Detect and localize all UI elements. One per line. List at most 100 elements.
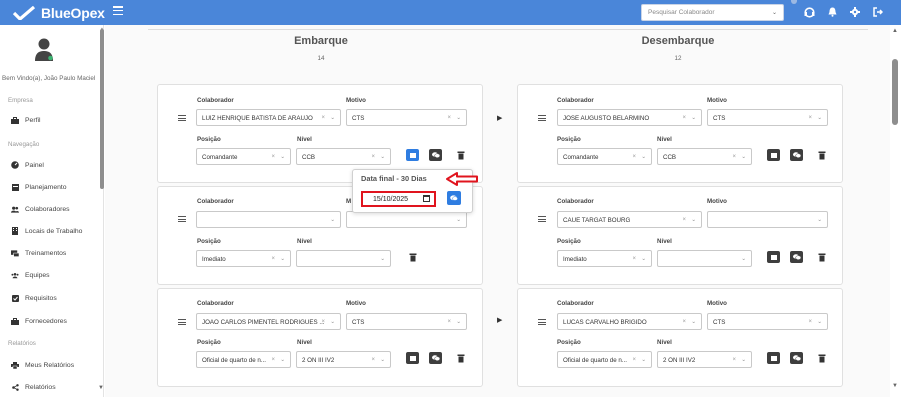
calendar-button[interactable] (406, 149, 419, 161)
sidebar-item-locais-de-trabalho[interactable]: Locais de Trabalho (11, 227, 82, 235)
nivel-select[interactable]: CCB × ⌄ (657, 148, 752, 165)
sidebar-item-fornecedores[interactable]: Fornecedores (11, 317, 67, 325)
sidebar-item-treinamentos[interactable]: Treinamentos (11, 249, 66, 257)
logout-icon[interactable] (872, 6, 884, 18)
motivo-select[interactable]: CTS × ⌄ (346, 313, 467, 330)
motivo-select[interactable]: CTS × ⌄ (707, 313, 828, 330)
calendar-button[interactable] (767, 352, 780, 364)
posicao-select[interactable]: Oficial de quarto de n... × ⌄ (557, 351, 652, 368)
chat-icon (450, 195, 458, 201)
sidebar-item-planejamento[interactable]: Planejamento (11, 183, 67, 191)
clear-icon[interactable]: × (732, 154, 736, 160)
drag-handle-icon[interactable] (178, 115, 186, 121)
colaborador-select[interactable]: JOAO CARLOS PIMENTEL RODRIGUES ... × ⌄ (196, 313, 341, 330)
chevron-down-icon: ⌄ (817, 217, 822, 223)
colaborador-select[interactable]: JOSE AUGUSTO BELARMINO × ⌄ (557, 109, 702, 126)
sidebar-item-painel[interactable]: Painel (11, 161, 44, 169)
sidebar-item-label: Treinamentos (25, 249, 67, 257)
posicao-select[interactable]: Imediato × ⌄ (196, 250, 291, 267)
comments-button[interactable] (429, 352, 442, 364)
clear-icon[interactable]: × (271, 357, 275, 363)
drag-handle-icon[interactable] (538, 319, 546, 325)
clear-icon[interactable]: × (682, 115, 686, 121)
sidebar-item-meus-relatorios[interactable]: Meus Relatórios (11, 361, 74, 369)
menu-toggle-icon[interactable] (113, 6, 123, 16)
motivo-select[interactable]: ⌄ (346, 211, 467, 228)
trash-icon[interactable] (818, 151, 826, 160)
clear-icon[interactable]: × (321, 319, 325, 325)
clear-icon[interactable]: × (271, 154, 275, 160)
clear-icon[interactable]: × (808, 319, 812, 325)
motivo-select[interactable]: CTS × ⌄ (707, 109, 828, 126)
calendar-picker-icon[interactable] (423, 195, 430, 202)
drag-handle-icon[interactable] (538, 115, 546, 121)
trash-icon[interactable] (457, 354, 465, 363)
main-scrollbar[interactable] (892, 59, 898, 125)
sidebar-item-colaboradores[interactable]: Colaboradores (11, 205, 70, 213)
posicao-select[interactable]: Imediato × ⌄ (557, 250, 652, 267)
calendar-button[interactable] (406, 352, 419, 364)
colaborador-select[interactable]: LUCAS CARVALHO BRIGIDO × ⌄ (557, 313, 702, 330)
posicao-select[interactable]: Comandante × ⌄ (196, 148, 291, 165)
trash-icon[interactable] (409, 253, 417, 262)
clear-icon[interactable]: × (447, 115, 451, 121)
brand-logo[interactable]: BlueOpex (13, 5, 105, 21)
user-avatar-icon[interactable] (35, 38, 53, 62)
welcome-text: Bem Vindo(a), João Paulo Maciel (2, 75, 96, 82)
posicao-value: Imediato (202, 256, 226, 263)
clear-icon[interactable]: × (632, 154, 636, 160)
drag-handle-icon[interactable] (178, 216, 186, 222)
confirm-date-button[interactable] (447, 191, 461, 205)
sidebar-item-equipes[interactable]: Equipes (11, 271, 50, 279)
gear-icon[interactable] (849, 6, 861, 18)
calendar-button[interactable] (767, 251, 780, 263)
clear-icon[interactable]: × (732, 357, 736, 363)
trash-icon[interactable] (457, 151, 465, 160)
clear-icon[interactable]: × (632, 357, 636, 363)
colaborador-select[interactable]: LUIZ HENRIQUE BATISTA DE ARAUJO × ⌄ (196, 109, 341, 126)
sidebar-scrollbar[interactable] (100, 29, 104, 189)
drag-handle-icon[interactable] (178, 319, 186, 325)
colaborador-value: LUIZ HENRIQUE BATISTA DE ARAUJO (202, 115, 313, 122)
clear-icon[interactable]: × (371, 357, 375, 363)
clear-icon[interactable]: × (632, 256, 636, 262)
trash-icon[interactable] (818, 354, 826, 363)
comments-button[interactable] (790, 352, 803, 364)
posicao-label: Posição (197, 339, 221, 346)
section-empresa: Empresa (8, 97, 33, 104)
user-indicator (791, 0, 797, 4)
comments-button[interactable] (790, 149, 803, 161)
main-scroll-down[interactable]: ▼ (892, 383, 898, 389)
clear-icon[interactable]: × (321, 115, 325, 121)
clear-icon[interactable]: × (371, 154, 375, 160)
bell-icon[interactable] (826, 6, 838, 18)
nivel-select[interactable]: CCB × ⌄ (296, 148, 391, 165)
colaborador-select[interactable]: ⌄ (196, 211, 341, 228)
nivel-select[interactable]: ⌄ (657, 250, 752, 267)
clear-icon[interactable]: × (271, 256, 275, 262)
clear-icon[interactable]: × (808, 115, 812, 121)
sidebar-item-relatorios[interactable]: Relatórios (11, 383, 56, 391)
clear-icon[interactable]: × (447, 319, 451, 325)
nivel-select[interactable]: ⌄ (296, 250, 391, 267)
colaborador-select[interactable]: CAUE TARGAT BOURG × ⌄ (557, 211, 702, 228)
comments-button[interactable] (429, 149, 442, 161)
posicao-select[interactable]: Oficial de quarto de n... × ⌄ (196, 351, 291, 368)
sidebar-item-requisitos[interactable]: Requisitos (11, 294, 57, 302)
posicao-select[interactable]: Comandante × ⌄ (557, 148, 652, 165)
comments-button[interactable] (790, 251, 803, 263)
search-collaborator-select[interactable]: Pesquisar Colaborador ⌄ (641, 4, 784, 21)
sidebar-scroll-down[interactable]: ▼ (98, 385, 104, 391)
clear-icon[interactable]: × (682, 319, 686, 325)
calendar-button[interactable] (767, 149, 780, 161)
help-icon[interactable] (803, 6, 815, 18)
motivo-select[interactable]: ⌄ (707, 211, 828, 228)
nivel-select[interactable]: 2 ON III IV2 × ⌄ (657, 351, 752, 368)
motivo-select[interactable]: CTS × ⌄ (346, 109, 467, 126)
sidebar-item-perfil[interactable]: Perfil (11, 116, 41, 124)
drag-handle-icon[interactable] (538, 216, 546, 222)
trash-icon[interactable] (818, 253, 826, 262)
clear-icon[interactable]: × (682, 217, 686, 223)
nivel-select[interactable]: 2 ON III IV2 × ⌄ (296, 351, 391, 368)
main-scroll-up[interactable]: ▲ (892, 28, 898, 34)
